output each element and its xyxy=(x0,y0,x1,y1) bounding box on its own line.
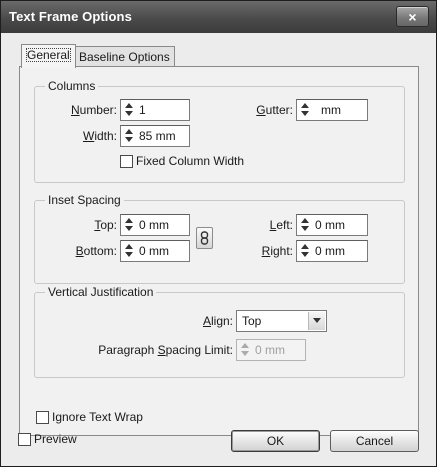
top-inset-value: 0 mm xyxy=(139,218,169,232)
chain-link-icon xyxy=(200,231,209,245)
paragraph-spacing-limit-stepper[interactable]: 0 mm xyxy=(236,339,306,361)
ignore-text-wrap-checkbox[interactable]: Ignore Text Wrap xyxy=(36,410,166,426)
ignore-text-wrap-box[interactable] xyxy=(36,411,49,424)
cancel-button[interactable]: Cancel xyxy=(330,430,419,452)
preview-label: Preview xyxy=(34,432,77,446)
close-icon: × xyxy=(408,9,417,25)
spinner-arrows-icon[interactable] xyxy=(123,128,135,144)
preview-box[interactable] xyxy=(18,433,31,446)
spinner-arrows-icon[interactable] xyxy=(299,102,311,118)
bottom-inset-stepper[interactable]: 0 mm xyxy=(120,240,190,262)
top-inset-stepper[interactable]: 0 mm xyxy=(120,214,190,236)
align-label: Align: xyxy=(202,314,233,328)
text-frame-options-dialog: Text Frame Options × General Baseline Op… xyxy=(0,0,437,467)
align-selected-value: Top xyxy=(242,314,262,328)
width-value: 85 mm xyxy=(139,129,176,143)
tab-baseline-options-label: Baseline Options xyxy=(79,50,170,64)
number-label: Number: xyxy=(70,103,117,117)
gutter-label: Gutter: xyxy=(256,103,293,117)
spinner-arrows-icon[interactable] xyxy=(239,342,251,358)
dialog-title: Text Frame Options xyxy=(9,9,132,24)
fixed-column-width-checkbox[interactable]: Fixed Column Width xyxy=(120,154,280,170)
fixed-column-width-box[interactable] xyxy=(120,155,133,168)
bottom-inset-value: 0 mm xyxy=(139,244,169,258)
right-inset-value: 0 mm xyxy=(315,244,345,258)
spinner-arrows-icon[interactable] xyxy=(123,243,135,259)
align-dropdown[interactable]: Top xyxy=(236,310,327,332)
number-value: 1 xyxy=(139,103,146,117)
inset-spacing-legend: Inset Spacing xyxy=(45,193,124,207)
right-label: Right: xyxy=(261,244,293,258)
title-bar: Text Frame Options × xyxy=(1,1,436,33)
spinner-arrows-icon[interactable] xyxy=(123,102,135,118)
left-label: Left: xyxy=(269,218,293,232)
ok-button[interactable]: OK xyxy=(231,430,320,452)
tab-general-label: General xyxy=(26,48,71,62)
spinner-arrows-icon[interactable] xyxy=(299,217,311,233)
dialog-body: General Baseline Options Columns Number:… xyxy=(1,33,436,466)
left-inset-value: 0 mm xyxy=(315,218,345,232)
chevron-down-icon[interactable] xyxy=(308,312,325,330)
paragraph-spacing-limit-value: 0 mm xyxy=(255,343,285,357)
bottom-label: Bottom: xyxy=(75,244,117,258)
inset-spacing-group: Inset Spacing Top: 0 mm Bottom: 0 mm Lef… xyxy=(34,193,405,284)
right-inset-stepper[interactable]: 0 mm xyxy=(296,240,368,262)
fixed-column-width-label: Fixed Column Width xyxy=(136,154,245,168)
width-label: Width: xyxy=(82,129,117,143)
close-button[interactable]: × xyxy=(396,6,429,27)
gutter-stepper[interactable]: mm xyxy=(296,99,368,121)
preview-checkbox[interactable]: Preview xyxy=(18,432,98,448)
top-label: Top: xyxy=(94,218,117,232)
spinner-arrows-icon[interactable] xyxy=(123,217,135,233)
tab-baseline-options[interactable]: Baseline Options xyxy=(74,46,175,68)
link-settings-button[interactable] xyxy=(196,227,213,249)
columns-legend: Columns xyxy=(45,79,99,93)
ignore-text-wrap-label: Ignore Text Wrap xyxy=(52,410,143,424)
spinner-arrows-icon[interactable] xyxy=(299,243,311,259)
width-stepper[interactable]: 85 mm xyxy=(120,125,190,147)
vertical-justification-legend: Vertical Justification xyxy=(45,285,157,299)
columns-group: Columns Number: 1 Width: 85 mm Gutter: m… xyxy=(34,79,405,183)
left-inset-stepper[interactable]: 0 mm xyxy=(296,214,368,236)
tab-panel-general: Columns Number: 1 Width: 85 mm Gutter: m… xyxy=(19,66,419,436)
tab-general[interactable]: General xyxy=(21,44,76,68)
gutter-value: mm xyxy=(321,103,341,117)
paragraph-spacing-limit-label: Paragraph Spacing Limit: xyxy=(98,343,233,357)
number-stepper[interactable]: 1 xyxy=(120,99,190,121)
vertical-justification-group: Vertical Justification Align: Top Paragr… xyxy=(34,285,405,378)
